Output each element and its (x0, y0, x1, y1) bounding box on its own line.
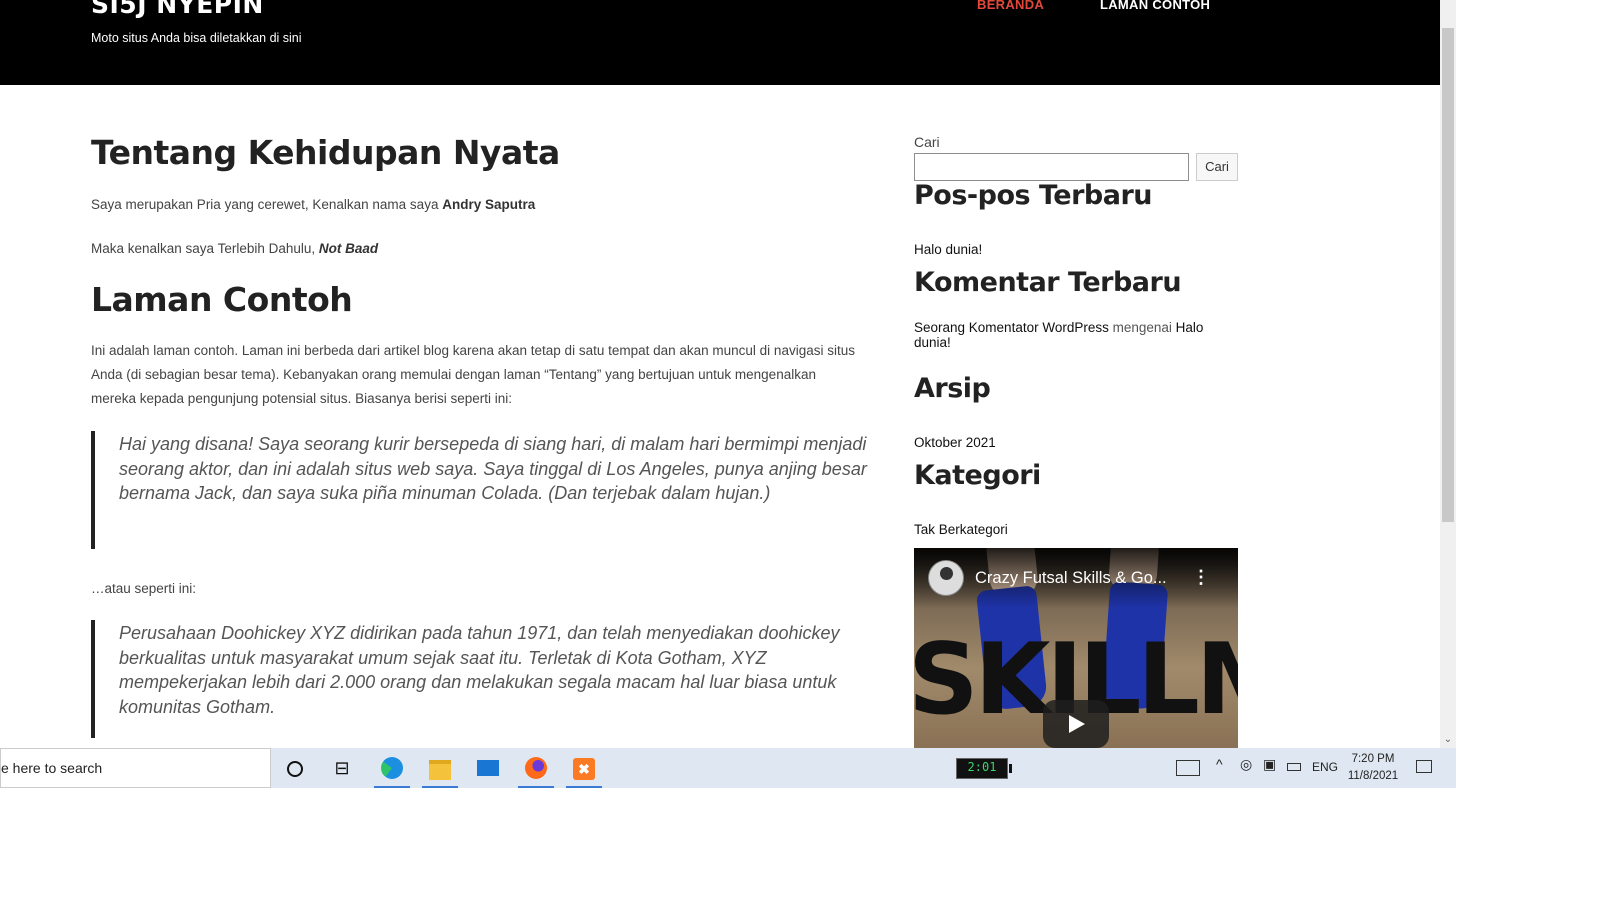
widget-title-recent-posts: Pos-pos Terbaru (914, 180, 1153, 211)
file-explorer-icon[interactable] (420, 752, 460, 788)
scrollbar-thumb[interactable] (1442, 28, 1454, 522)
xampp-icon[interactable]: ✖ (564, 752, 604, 788)
browser-viewport: SI5J NYEPIN Moto situs Anda bisa diletak… (0, 0, 1456, 748)
second-text: Maka kenalkan saya Terlebih Dahulu, (91, 241, 319, 256)
scroll-down-arrow-icon[interactable]: ⌄ (1442, 734, 1454, 746)
page-title: Tentang Kehidupan Nyata (91, 133, 560, 172)
archive-link[interactable]: Oktober 2021 (914, 435, 996, 450)
nav-item-beranda[interactable]: BERANDA (977, 0, 1044, 12)
search-input[interactable] (914, 153, 1189, 181)
vertical-scrollbar[interactable]: ⌄ (1440, 0, 1456, 748)
language-indicator[interactable]: ENG (1312, 760, 1338, 774)
recent-comment: Seorang Komentator WordPress mengenai Ha… (914, 320, 1224, 350)
taskbar-search-box[interactable]: e here to search (0, 748, 271, 788)
video-title[interactable]: Crazy Futsal Skills & Go... (975, 569, 1167, 588)
mail-icon[interactable] (468, 752, 508, 784)
widget-title-categories: Kategori (914, 460, 1041, 491)
task-view-icon[interactable]: ⊟ (322, 752, 362, 784)
comment-author-link[interactable]: Seorang Komentator WordPress (914, 320, 1109, 335)
widget-title-recent-comments: Komentar Terbaru (914, 267, 1182, 298)
video-embed[interactable]: SKILLMIX Crazy Futsal Skills & Go... ⋮ (914, 548, 1238, 748)
search-button[interactable]: Cari (1196, 153, 1238, 181)
nav-item-laman-contoh[interactable]: LAMAN CONTOH (1100, 0, 1210, 12)
blockquote-2: Perusahaan Doohickey XYZ didirikan pada … (91, 620, 871, 738)
clock-time: 7:20 PM (1351, 753, 1395, 765)
recent-post-link[interactable]: Halo dunia! (914, 242, 982, 257)
site-tagline: Moto situs Anda bisa diletakkan di sini (91, 31, 302, 45)
news-icon[interactable] (1176, 760, 1200, 776)
or-paragraph: …atau seperti ini: (91, 581, 197, 596)
clock[interactable]: 7:20 PM 11/8/2021 (1346, 751, 1400, 785)
intro-paragraph: Saya merupakan Pria yang cerewet, Kenalk… (91, 193, 861, 217)
meet-now-icon[interactable]: ◎ (1240, 756, 1252, 773)
category-link[interactable]: Tak Berkategori (914, 522, 1008, 537)
sample-paragraph: Ini adalah laman contoh. Laman ini berbe… (91, 343, 855, 406)
blockquote-1: Hai yang disana! Saya seorang kurir bers… (91, 431, 871, 549)
battery-app-value: 2:01 (967, 760, 997, 774)
emphasis-text: Not Baad (318, 241, 379, 256)
channel-avatar[interactable] (928, 560, 964, 596)
battery-icon[interactable] (1287, 763, 1301, 771)
comment-on-text: mengenai (1108, 320, 1176, 335)
taskbar-search-placeholder: e here to search (1, 760, 103, 776)
taskbar: e here to search ⊟ ✖ 2:01 ^ ◎ ▣ ENG 7:20… (0, 748, 1456, 788)
battery-meter-app[interactable]: 2:01 (956, 758, 1012, 779)
notification-icon[interactable] (1416, 760, 1432, 773)
more-icon[interactable]: ⋮ (1192, 568, 1210, 586)
section-title: Laman Contoh (91, 280, 353, 319)
site-header: SI5J NYEPIN Moto situs Anda bisa diletak… (0, 0, 1440, 85)
widget-title-archive: Arsip (914, 373, 991, 404)
clock-date: 11/8/2021 (1347, 770, 1399, 782)
edge-icon[interactable] (372, 752, 412, 788)
intro-text: Saya merupakan Pria yang cerewet, Kenalk… (91, 197, 443, 212)
site-title[interactable]: SI5J NYEPIN (91, 0, 264, 19)
search-label: Cari (914, 134, 940, 150)
cortana-icon[interactable] (275, 752, 315, 784)
network-icon[interactable]: ▣ (1263, 756, 1276, 773)
second-paragraph: Maka kenalkan saya Terlebih Dahulu, Not … (91, 237, 861, 261)
firefox-icon[interactable] (516, 752, 556, 788)
play-button[interactable] (1043, 700, 1109, 748)
chevron-up-icon[interactable]: ^ (1216, 756, 1223, 772)
author-name: Andry Saputra (442, 197, 536, 212)
